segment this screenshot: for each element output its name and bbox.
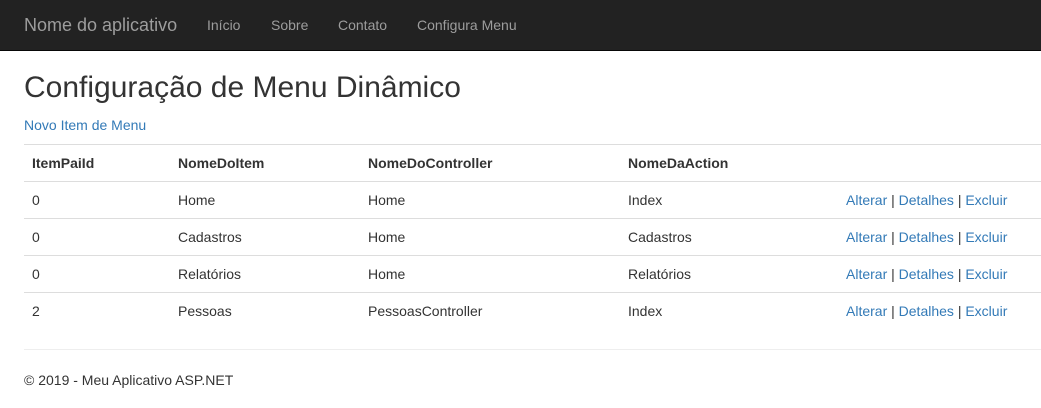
header-nome-da-action: NomeDaAction bbox=[620, 144, 836, 182]
header-nome-do-controller: NomeDoController bbox=[360, 144, 620, 182]
cell-nome-do-controller: Home bbox=[360, 218, 620, 256]
header-item-pai-id: ItemPaiId bbox=[24, 144, 170, 182]
header-nome-do-item: NomeDoItem bbox=[170, 144, 360, 182]
cell-nome-do-item: Relatórios bbox=[170, 255, 360, 293]
nav-link-configura-menu[interactable]: Configura Menu bbox=[417, 0, 517, 50]
cell-item-pai-id: 0 bbox=[24, 255, 170, 293]
details-link[interactable]: Detalhes bbox=[899, 192, 954, 208]
details-link[interactable]: Detalhes bbox=[899, 303, 954, 319]
edit-link[interactable]: Alterar bbox=[846, 192, 887, 208]
row-actions: Alterar | Detalhes | Excluir bbox=[836, 181, 1041, 219]
nav-link-contato[interactable]: Contato bbox=[338, 0, 387, 50]
cell-nome-do-controller: Home bbox=[360, 181, 620, 219]
cell-nome-da-action: Index bbox=[620, 181, 836, 219]
table-row: 0 Relatórios Home Relatórios Alterar | D… bbox=[24, 255, 1041, 293]
table-header-row: ItemPaiId NomeDoItem NomeDoController No… bbox=[24, 144, 1041, 182]
action-separator: | bbox=[957, 192, 962, 208]
action-separator: | bbox=[891, 266, 895, 282]
row-actions: Alterar | Detalhes | Excluir bbox=[836, 293, 1041, 330]
cell-nome-da-action: Index bbox=[628, 303, 663, 320]
nav-link-sobre[interactable]: Sobre bbox=[271, 0, 308, 50]
navbar: Nome do aplicativo Início Sobre Contato … bbox=[0, 0, 1041, 51]
delete-link[interactable]: Excluir bbox=[965, 229, 1007, 245]
action-separator: | bbox=[891, 229, 895, 245]
cell-nome-do-item: Cadastros bbox=[170, 218, 360, 256]
cell-nome-do-item: Pessoas bbox=[178, 303, 232, 320]
delete-link[interactable]: Excluir bbox=[965, 192, 1007, 208]
page-title: Configuração de Menu Dinâmico bbox=[24, 71, 461, 104]
action-separator: | bbox=[957, 229, 962, 245]
cell-nome-do-controller: Home bbox=[360, 255, 620, 293]
table-row: 0 Cadastros Home Cadastros Alterar | Det… bbox=[24, 218, 1041, 256]
footer-copyright: © 2019 - Meu Aplicativo ASP.NET bbox=[24, 372, 234, 388]
nav-link-inicio[interactable]: Início bbox=[207, 0, 240, 50]
action-separator: | bbox=[957, 266, 962, 282]
table-row: 0 Home Home Index Alterar | Detalhes | E… bbox=[24, 181, 1041, 219]
cell-item-pai-id: 2 bbox=[32, 303, 40, 320]
edit-link[interactable]: Alterar bbox=[846, 266, 887, 282]
menu-items-table: ItemPaiId NomeDoItem NomeDoController No… bbox=[24, 144, 1041, 330]
action-separator: | bbox=[957, 303, 962, 320]
details-link[interactable]: Detalhes bbox=[899, 229, 954, 245]
details-link[interactable]: Detalhes bbox=[899, 266, 954, 282]
cell-item-pai-id: 0 bbox=[24, 218, 170, 256]
table-row: 2 Pessoas PessoasController Index Altera… bbox=[24, 293, 1041, 330]
header-actions bbox=[836, 144, 1041, 182]
delete-link[interactable]: Excluir bbox=[965, 266, 1007, 282]
delete-link[interactable]: Excluir bbox=[965, 303, 1007, 319]
edit-link[interactable]: Alterar bbox=[846, 303, 887, 319]
cell-nome-da-action: Relatórios bbox=[620, 255, 836, 293]
footer-divider bbox=[24, 349, 1041, 350]
action-separator: | bbox=[891, 303, 895, 320]
new-menu-item-link[interactable]: Novo Item de Menu bbox=[24, 116, 146, 134]
cell-nome-do-item: Home bbox=[170, 181, 360, 219]
cell-nome-da-action: Cadastros bbox=[620, 218, 836, 256]
row-actions: Alterar | Detalhes | Excluir bbox=[836, 218, 1041, 256]
edit-link[interactable]: Alterar bbox=[846, 229, 887, 245]
brand-link[interactable]: Nome do aplicativo bbox=[24, 0, 177, 50]
action-separator: | bbox=[891, 192, 895, 208]
cell-item-pai-id: 0 bbox=[24, 181, 170, 219]
cell-nome-do-controller: PessoasController bbox=[368, 303, 483, 320]
row-actions: Alterar | Detalhes | Excluir bbox=[836, 255, 1041, 293]
